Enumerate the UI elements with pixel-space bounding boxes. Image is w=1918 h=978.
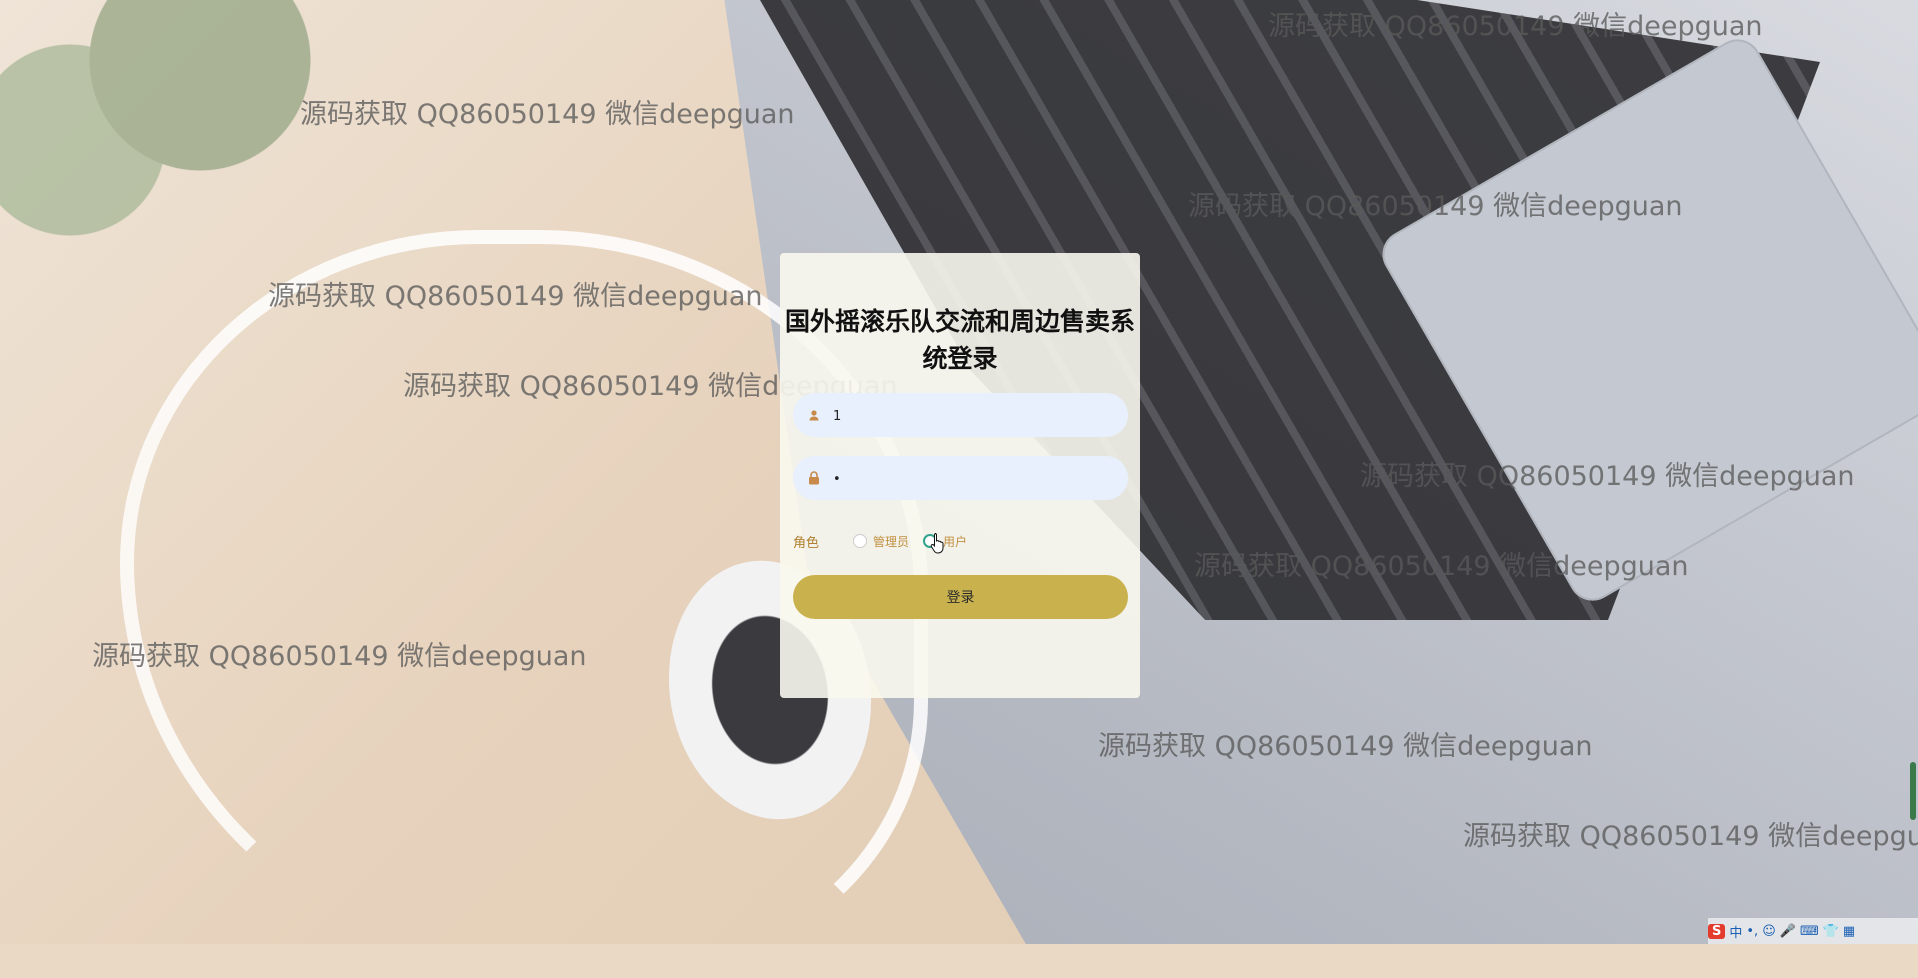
password-input[interactable]: [831, 456, 1120, 502]
user-icon: [803, 404, 825, 426]
role-selector: 角色 管理员 用户: [793, 526, 981, 556]
watermark-text: 源码获取 QQ86050149 微信deepguan: [92, 641, 587, 672]
punctuation-icon[interactable]: •,: [1746, 924, 1758, 939]
username-field: [793, 393, 1128, 439]
lock-icon: [803, 467, 825, 489]
login-title: 国外摇滚乐队交流和周边售卖系统登录: [784, 307, 1135, 373]
watermark-text: 源码获取 QQ86050149 微信deepguan: [268, 281, 763, 312]
watermark-text: 源码获取 QQ86050149 微信deepguan: [1268, 11, 1763, 42]
hand-cursor-icon: [930, 533, 944, 554]
scrollbar-thumb[interactable]: [1910, 762, 1916, 820]
login-panel: 国外摇滚乐队交流和周边售卖系统登录 角色 管理员 用户 登录: [780, 253, 1140, 698]
watermark-text: 源码获取 QQ86050149 微信deepguan: [1194, 551, 1689, 582]
role-radio-admin[interactable]: 管理员: [853, 533, 909, 550]
microphone-icon[interactable]: 🎤: [1780, 924, 1796, 939]
watermark-text: 源码获取 QQ86050149 微信deepguan: [1098, 731, 1593, 762]
password-field: [793, 456, 1128, 502]
system-tray: S 中 •, ☺ 🎤 ⌨ 👕 ▦: [1708, 918, 1918, 944]
watermark-text: 源码获取 QQ86050149 微信deepguan: [1360, 461, 1855, 492]
radio-dot[interactable]: [853, 534, 867, 548]
watermark-text: 源码获取 QQ86050149 微信deepguan: [300, 99, 795, 130]
emoji-icon[interactable]: ☺: [1762, 924, 1776, 939]
toolbox-icon[interactable]: ▦: [1843, 924, 1855, 939]
role-label: 角色: [793, 535, 820, 551]
ime-mode-indicator[interactable]: 中: [1729, 922, 1742, 941]
login-button[interactable]: 登录: [793, 575, 1128, 619]
username-input[interactable]: [831, 393, 1120, 439]
keyboard-icon[interactable]: ⌨: [1800, 924, 1819, 939]
ime-logo-icon[interactable]: S: [1708, 923, 1726, 939]
watermark-text: 源码获取 QQ86050149 微信deepguan: [1463, 821, 1918, 852]
skin-icon[interactable]: 👕: [1823, 924, 1839, 939]
watermark-text: 源码获取 QQ86050149 微信deepguan: [1188, 191, 1683, 222]
role-option-label: 用户: [943, 534, 968, 549]
role-option-label: 管理员: [873, 534, 910, 549]
